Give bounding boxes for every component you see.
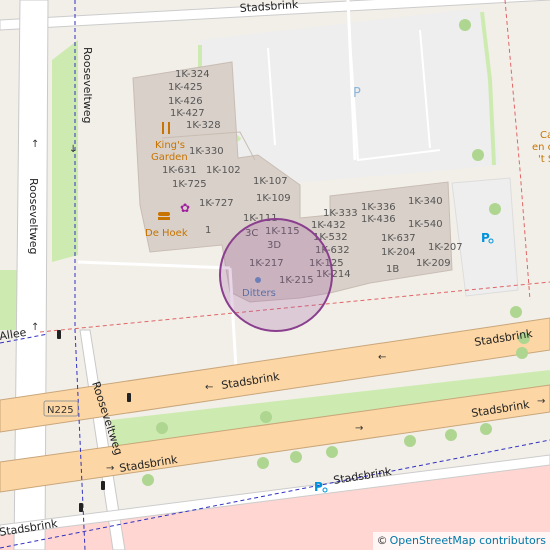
tree — [257, 457, 269, 469]
arrow-icon: ← — [378, 352, 386, 363]
tree — [480, 423, 492, 435]
unit-label: 1K-102 — [206, 165, 241, 176]
route-shield-label: N225 — [47, 405, 74, 416]
unit-label: 1K-727 — [199, 198, 234, 209]
attribution-link[interactable]: OpenStreetMap contributors — [390, 534, 546, 547]
arrow-icon: ← — [205, 382, 213, 393]
unit-label: 1K-209 — [416, 258, 451, 269]
tree — [142, 474, 154, 486]
unit-label: 1K-425 — [168, 82, 203, 93]
florist-icon[interactable]: ✿ — [180, 201, 190, 215]
traffic-light-icon — [127, 393, 131, 402]
tree — [489, 203, 501, 215]
arrow-icon: ↓ — [69, 144, 77, 155]
poi-label-kings-garden[interactable]: King's — [155, 140, 185, 151]
unit-label: 1K-426 — [168, 96, 203, 107]
unit-label: 1K-631 — [162, 165, 197, 176]
unit-label: 1B — [386, 264, 399, 275]
tree — [510, 306, 522, 318]
arrow-icon: → — [106, 463, 114, 474]
tree — [445, 429, 457, 441]
unit-label: 1K-432 — [311, 220, 346, 231]
unit-label: 1K-333 — [323, 208, 358, 219]
edge-label: Ca — [540, 130, 550, 141]
parking-icon[interactable]: P — [353, 86, 361, 101]
map-attribution: © OpenStreetMap contributors — [372, 532, 550, 550]
traffic-light-icon — [101, 481, 105, 490]
traffic-light-icon — [79, 503, 83, 512]
tree — [404, 435, 416, 447]
tree — [156, 422, 168, 434]
road-label-rooseveltweg: Rooseveltweg — [81, 47, 94, 124]
unit-label: 1K-436 — [361, 214, 396, 225]
poi-label-ditters[interactable]: Ditters — [242, 288, 276, 299]
copyright-symbol: © — [376, 534, 388, 547]
unit-label: 1K-637 — [381, 233, 416, 244]
bicycle-parking-p: P — [481, 231, 490, 245]
unit-label: 1K-340 — [408, 196, 443, 207]
unit-label: 1K-324 — [175, 69, 210, 80]
unit-label: 1K-328 — [186, 120, 221, 131]
tree — [459, 19, 471, 31]
unit-label: 1K-336 — [361, 202, 396, 213]
tree — [260, 411, 272, 423]
tree — [472, 149, 484, 161]
arrow-icon: ↑ — [31, 139, 39, 150]
tree — [326, 446, 338, 458]
unit-label: 1K-330 — [189, 146, 224, 157]
map-canvas[interactable]: ← ← → → → ↑ ↑ ↓ Stadsbrink Stadsbrink St… — [0, 0, 550, 550]
arrow-icon: → — [537, 396, 545, 407]
unit-label: 1K-725 — [172, 179, 207, 190]
arrow-icon: → — [355, 423, 363, 434]
unit-label: 1K-540 — [408, 219, 443, 230]
location-accuracy-circle[interactable] — [219, 218, 333, 332]
unit-label: 1K-427 — [170, 108, 205, 119]
tree — [516, 347, 528, 359]
poi-label-de-hoek[interactable]: De Hoek — [145, 228, 188, 239]
tree — [290, 451, 302, 463]
unit-label: 1K-109 — [256, 193, 291, 204]
bicycle-parking-p: P — [314, 480, 323, 494]
poi-label-kings-garden[interactable]: Garden — [151, 152, 188, 163]
road-label-rooseveltweg: Rooseveltweg — [27, 178, 40, 255]
location-marker-icon[interactable] — [255, 277, 261, 283]
arrow-icon: ↑ — [31, 322, 39, 333]
edge-label: 't S — [538, 154, 550, 165]
edge-label: en c — [532, 142, 550, 153]
unit-label: 1K-107 — [253, 176, 288, 187]
unit-label: 1K-204 — [381, 247, 416, 258]
unit-label: 1 — [205, 225, 211, 236]
unit-label: 1K-207 — [428, 242, 463, 253]
traffic-light-icon — [57, 330, 61, 339]
